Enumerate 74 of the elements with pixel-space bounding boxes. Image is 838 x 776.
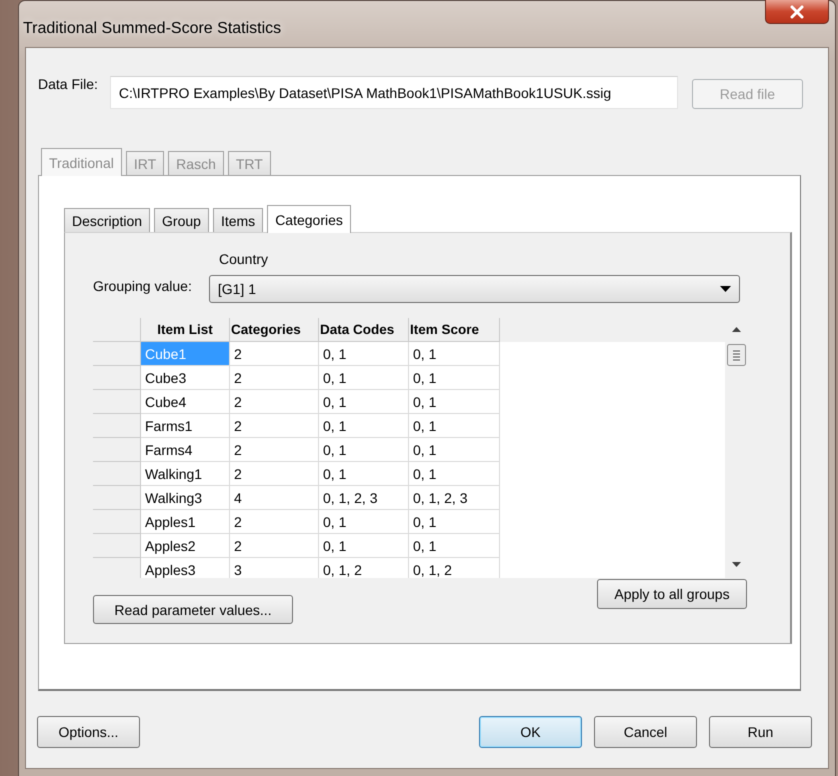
- scroll-thumb[interactable]: [727, 344, 746, 366]
- dialog-button[interactable]: OK: [479, 716, 582, 748]
- table-cell: 0, 1: [409, 462, 500, 486]
- data-file-field[interactable]: C:\IRTPRO Examples\By Dataset\PISA MathBook1\PISAMathBook1USUK.ssig: [110, 76, 678, 109]
- table-cell: 2: [230, 438, 319, 462]
- table-cell: 0, 1: [409, 414, 500, 438]
- table-cell: 0, 1: [319, 438, 409, 462]
- row-header[interactable]: [93, 462, 141, 486]
- column-header[interactable]: Categories: [230, 318, 319, 342]
- column-header[interactable]: Item Score: [409, 318, 500, 342]
- apply-to-all-button[interactable]: Apply to all groups: [597, 579, 747, 609]
- dialog-button[interactable]: Run: [709, 716, 812, 748]
- table-cell: Apples1: [141, 510, 230, 534]
- data-file-label: Data File:: [38, 76, 98, 92]
- grouping-label: Grouping value:: [93, 278, 192, 294]
- scroll-down-icon[interactable]: [732, 562, 741, 567]
- table-cell: Cube4: [141, 390, 230, 414]
- dialog-button[interactable]: Cancel: [594, 716, 697, 748]
- table-cell: Apples3: [141, 558, 230, 578]
- row-header[interactable]: [93, 366, 141, 390]
- table-cell: 0, 1: [319, 342, 409, 366]
- close-icon: [789, 4, 805, 18]
- tab[interactable]: Items: [212, 208, 264, 232]
- table-cell: Walking3: [141, 486, 230, 510]
- tab[interactable]: Categories: [267, 205, 351, 233]
- table-cell: 3: [230, 558, 319, 578]
- table-cell: 0, 1, 2: [409, 558, 500, 578]
- table-cell: 0, 1, 2, 3: [319, 486, 409, 510]
- table-cell: 2: [230, 342, 319, 366]
- table-cell: 2: [230, 366, 319, 390]
- table-cell: Cube1: [141, 342, 230, 366]
- table-cell: 0, 1: [409, 342, 500, 366]
- table-cell: 0, 1, 2: [319, 558, 409, 578]
- row-header[interactable]: [93, 510, 141, 534]
- table-cell: 0, 1: [319, 414, 409, 438]
- table-cell: 0, 1: [319, 534, 409, 558]
- row-header[interactable]: [93, 342, 141, 366]
- table-cell: 0, 1: [409, 366, 500, 390]
- row-header[interactable]: [93, 438, 141, 462]
- table-cell: 2: [230, 462, 319, 486]
- table-cell: 2: [230, 414, 319, 438]
- grouping-dropdown[interactable]: [G1] 1: [208, 275, 740, 303]
- table-cell: 2: [230, 510, 319, 534]
- table-cell: 0, 1: [319, 390, 409, 414]
- column-header[interactable]: Data Codes: [319, 318, 409, 342]
- grouping-caption: Country: [219, 251, 270, 267]
- table-cell: 0, 1, 2, 3: [409, 486, 500, 510]
- table-cell: 0, 1: [409, 390, 500, 414]
- dropdown-arrow-icon: [720, 286, 731, 292]
- table-cell: Farms4: [141, 438, 230, 462]
- table-cell: 0, 1: [319, 462, 409, 486]
- table-cell: 0, 1: [409, 438, 500, 462]
- row-header[interactable]: [93, 390, 141, 414]
- read-parameters-button[interactable]: Read parameter values...: [93, 595, 293, 624]
- table-cell: Walking1: [141, 462, 230, 486]
- scroll-up-icon[interactable]: [732, 327, 741, 332]
- tab[interactable]: Group: [154, 208, 209, 232]
- table-cell: Apples2: [141, 534, 230, 558]
- row-header[interactable]: [93, 534, 141, 558]
- table-cell: 0, 1: [409, 510, 500, 534]
- table-cell: 0, 1: [409, 534, 500, 558]
- dialog-button[interactable]: Options...: [37, 716, 140, 748]
- window-title: Traditional Summed-Score Statistics: [23, 20, 282, 38]
- tab[interactable]: Description: [64, 208, 150, 232]
- row-header[interactable]: [93, 486, 141, 510]
- row-header[interactable]: [93, 414, 141, 438]
- table-cell: Cube3: [141, 366, 230, 390]
- table-cell: 2: [230, 390, 319, 414]
- table-cell: Farms1: [141, 414, 230, 438]
- table-cell: 0, 1: [319, 510, 409, 534]
- table-cell: 2: [230, 534, 319, 558]
- table-cell: 4: [230, 486, 319, 510]
- close-button[interactable]: [765, 0, 829, 24]
- table-cell: 0, 1: [319, 366, 409, 390]
